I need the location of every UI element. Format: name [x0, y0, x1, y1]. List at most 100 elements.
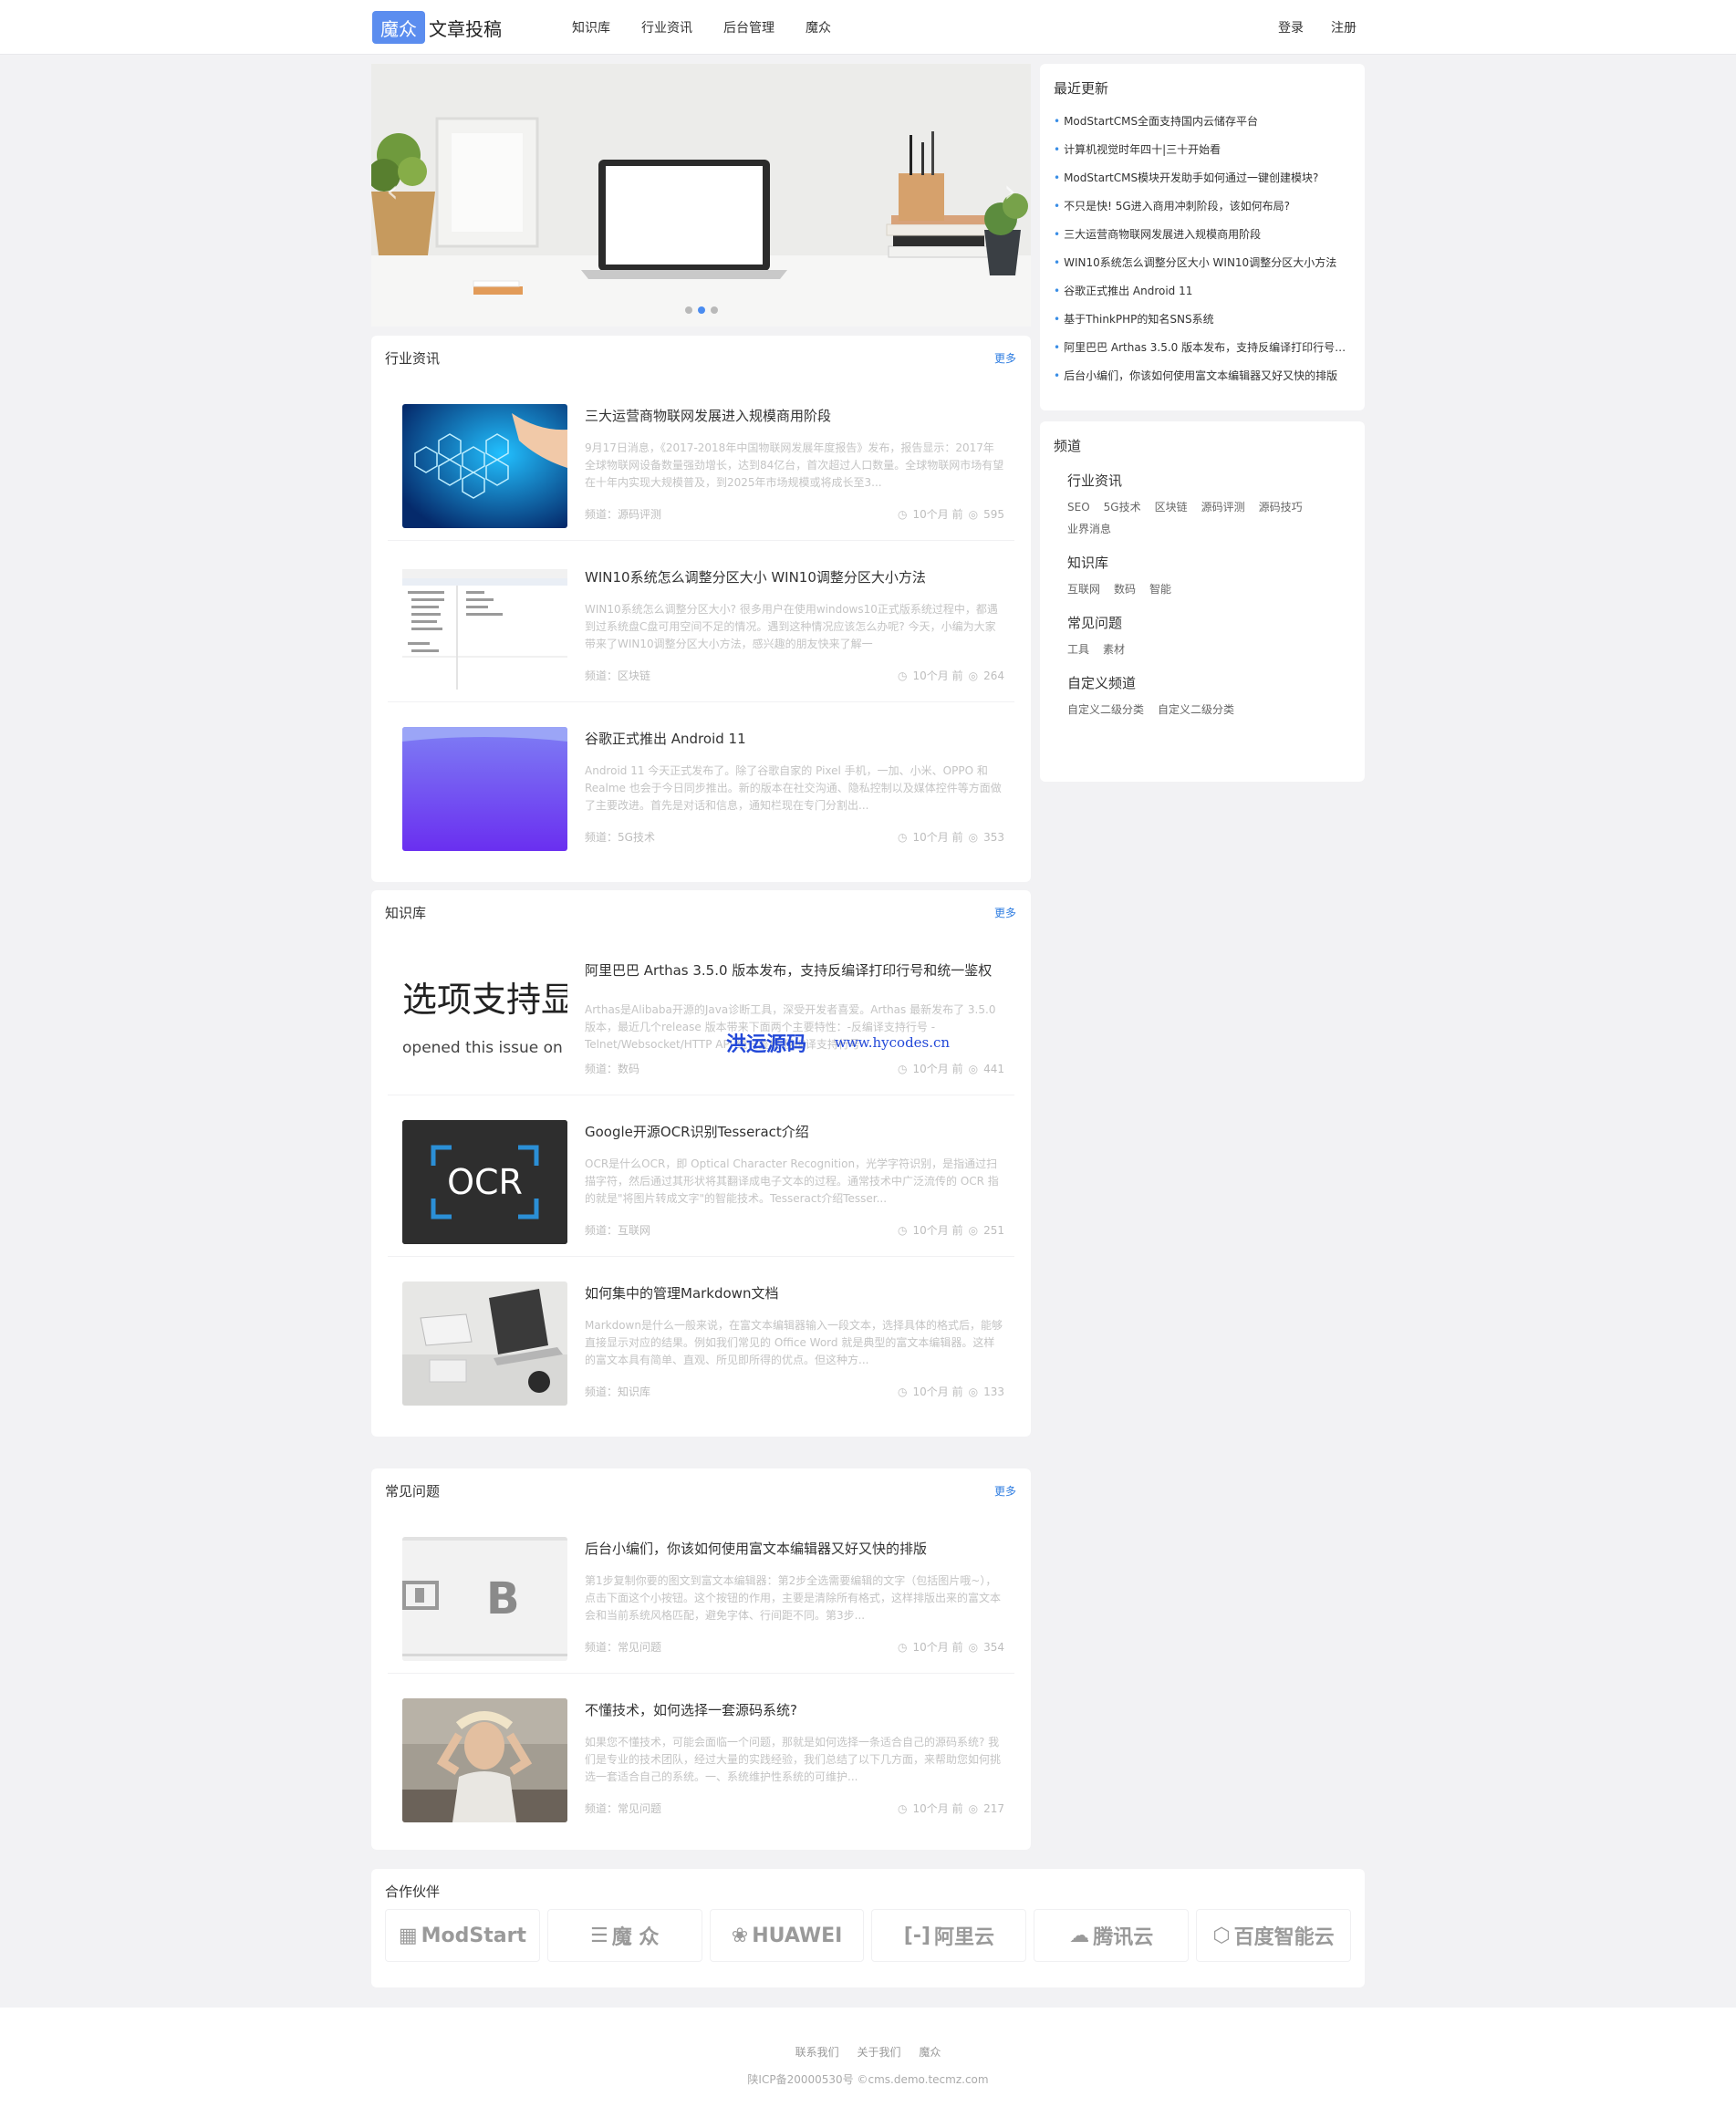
- nav-item-admin[interactable]: 后台管理: [723, 18, 774, 36]
- stack-icon: ☰: [590, 1924, 608, 1947]
- channel-tag[interactable]: 区块链: [1155, 496, 1188, 518]
- channel-tag[interactable]: SEO: [1067, 496, 1090, 518]
- section-industry-news: 行业资讯 更多 三大运营商物联网发展进入规模商用阶段 9月17日消息，《2017…: [371, 336, 1031, 882]
- channel-tag[interactable]: 工具: [1067, 638, 1089, 660]
- channels-title: 频道: [1054, 438, 1082, 454]
- article-time: 10个月 前: [912, 1063, 963, 1075]
- channel-tag[interactable]: 自定义二级分类: [1158, 699, 1234, 721]
- article-title[interactable]: 阿里巴巴 Arthas 3.5.0 版本发布，支持反编译打印行号和统一鉴权: [585, 959, 1004, 983]
- channel-name[interactable]: 行业资讯: [1067, 465, 1337, 496]
- carousel-dot[interactable]: [684, 306, 692, 314]
- article-time: 10个月 前: [912, 1224, 963, 1237]
- channel-link[interactable]: 5G技术: [618, 831, 655, 844]
- more-link[interactable]: 更多: [994, 905, 1016, 920]
- recent-updates-title: 最近更新: [1054, 80, 1109, 97]
- clock-icon: ◷: [898, 1802, 908, 1815]
- channel-tag[interactable]: 互联网: [1067, 578, 1100, 600]
- hero-carousel[interactable]: ‹ ›: [371, 64, 1031, 327]
- stressed-person-thumbnail-icon: [402, 1698, 567, 1822]
- channel-tag[interactable]: 素材: [1103, 638, 1125, 660]
- eye-icon: ◎: [968, 1802, 979, 1815]
- iot-thumbnail-icon: [402, 404, 567, 528]
- article-meta: 频道：数码 ◷ 10个月 前 ◎ 441: [585, 1061, 1004, 1077]
- nav-item-industry-news[interactable]: 行业资讯: [641, 18, 692, 36]
- recent-item[interactable]: WIN10系统怎么调整分区大小 WIN10调整分区大小方法: [1054, 249, 1351, 277]
- carousel-next-icon[interactable]: ›: [996, 173, 1024, 210]
- channel-link[interactable]: 互联网: [618, 1224, 650, 1237]
- login-link[interactable]: 登录: [1278, 18, 1304, 36]
- article-title[interactable]: 不懂技术，如何选择一套源码系统?: [585, 1698, 1004, 1723]
- article-thumbnail[interactable]: [402, 727, 567, 851]
- channel-name[interactable]: 常见问题: [1067, 607, 1337, 638]
- recent-item[interactable]: 阿里巴巴 Arthas 3.5.0 版本发布，支持反编译打印行号和统一鉴权: [1054, 334, 1351, 362]
- channel-tag[interactable]: 数码: [1114, 578, 1136, 600]
- article-summary: WIN10系统怎么调整分区大小? 很多用户在使用windows10正式版系统过程…: [585, 603, 998, 650]
- channel-name[interactable]: 知识库: [1067, 547, 1337, 578]
- partner-logo[interactable]: ☁ 腾讯云: [1034, 1909, 1190, 1962]
- channel-link[interactable]: 常见问题: [618, 1641, 661, 1654]
- article-thumbnail[interactable]: B: [402, 1537, 567, 1661]
- channel-tag[interactable]: 智能: [1149, 578, 1171, 600]
- flower-icon: ❀: [731, 1924, 749, 1947]
- article-summary: 第1步复制你要的图文到富文本编辑器：第2步全选需要编辑的文字（包括图片哦~），点…: [585, 1574, 1002, 1622]
- channel-tag[interactable]: 自定义二级分类: [1067, 699, 1144, 721]
- article-title[interactable]: WIN10系统怎么调整分区大小 WIN10调整分区大小方法: [585, 566, 1004, 590]
- recent-item[interactable]: 谷歌正式推出 Android 11: [1054, 277, 1351, 306]
- nav-item-knowledge[interactable]: 知识库: [572, 18, 610, 36]
- more-link[interactable]: 更多: [994, 1483, 1016, 1499]
- partner-logo[interactable]: ⬡ 百度智能云: [1196, 1909, 1351, 1962]
- partner-logo[interactable]: ☰ 魔 众: [546, 1909, 702, 1962]
- footer-link-mozhong[interactable]: 魔众: [919, 2046, 941, 2059]
- channel-link[interactable]: 知识库: [618, 1385, 650, 1398]
- article-thumbnail[interactable]: [402, 566, 567, 690]
- article-title[interactable]: 谷歌正式推出 Android 11: [585, 727, 1004, 752]
- section-title: 知识库: [385, 904, 427, 921]
- recent-item[interactable]: 基于ThinkPHP的知名SNS系统: [1054, 306, 1351, 334]
- eye-icon: ◎: [968, 669, 979, 682]
- partner-logo[interactable]: ▦ ModStart: [385, 1909, 540, 1962]
- article-thumbnail[interactable]: 选项支持显 opened this issue on 3: [402, 959, 567, 1083]
- recent-item[interactable]: 后台小编们，你该如何使用富文本编辑器又好又快的排版: [1054, 362, 1351, 390]
- channel-link[interactable]: 常见问题: [618, 1802, 661, 1815]
- site-logo[interactable]: 魔众 文章投稿: [372, 11, 502, 44]
- channel-link[interactable]: 数码: [618, 1063, 639, 1075]
- carousel-dot[interactable]: [710, 306, 718, 314]
- carousel-prev-icon[interactable]: ‹: [379, 173, 406, 210]
- article-title[interactable]: 如何集中的管理Markdown文档: [585, 1282, 1004, 1306]
- nav-item-mozhong[interactable]: 魔众: [806, 18, 831, 36]
- recent-item[interactable]: ModStartCMS全面支持国内云储存平台: [1054, 108, 1351, 136]
- channel-name[interactable]: 自定义频道: [1067, 668, 1337, 699]
- clock-icon: ◷: [898, 669, 908, 682]
- channel-tag[interactable]: 源码评测: [1201, 496, 1245, 518]
- recent-item[interactable]: 三大运营商物联网发展进入规模商用阶段: [1054, 221, 1351, 249]
- article-thumbnail[interactable]: [402, 404, 567, 528]
- recent-item[interactable]: 计算机视觉时年四十|三十开始看: [1054, 136, 1351, 164]
- clock-icon: ◷: [898, 1224, 908, 1237]
- carousel-dot-active[interactable]: [697, 306, 705, 314]
- article-time: 10个月 前: [912, 508, 963, 521]
- channel-link[interactable]: 源码评测: [618, 508, 661, 521]
- article-thumbnail[interactable]: [402, 1282, 567, 1406]
- footer-link-contact[interactable]: 联系我们: [795, 2046, 839, 2059]
- channel-tag[interactable]: 源码技巧: [1259, 496, 1303, 518]
- recent-item[interactable]: ModStartCMS模块开发助手如何通过一键创建模块?: [1054, 164, 1351, 192]
- channel-tags: 自定义二级分类 自定义二级分类: [1067, 699, 1337, 721]
- partner-logo[interactable]: ❀ HUAWEI: [709, 1909, 865, 1962]
- register-link[interactable]: 注册: [1331, 18, 1357, 36]
- partner-logo[interactable]: [-] 阿里云: [871, 1909, 1027, 1962]
- recent-item[interactable]: 不只是快! 5G进入商用冲刺阶段，该如何布局?: [1054, 192, 1351, 221]
- article-thumbnail[interactable]: [402, 1698, 567, 1822]
- article-title[interactable]: 三大运营商物联网发展进入规模商用阶段: [585, 404, 1004, 429]
- thumb-ocr-text: OCR: [447, 1162, 523, 1202]
- channel-link[interactable]: 区块链: [618, 669, 650, 682]
- article-thumbnail[interactable]: OCR: [402, 1120, 567, 1244]
- clock-icon: ◷: [898, 831, 908, 844]
- footer-icp[interactable]: 陕ICP备20000530号 ©cms.demo.tecmz.com: [0, 2071, 1736, 2087]
- channel-tag[interactable]: 业界消息: [1067, 518, 1111, 540]
- footer-link-about[interactable]: 关于我们: [857, 2046, 900, 2059]
- article-title[interactable]: 后台小编们，你该如何使用富文本编辑器又好又快的排版: [585, 1537, 1004, 1562]
- channel-tag[interactable]: 5G技术: [1104, 496, 1141, 518]
- more-link[interactable]: 更多: [994, 350, 1016, 366]
- article-title[interactable]: Google开源OCR识别Tesseract介绍: [585, 1120, 1004, 1145]
- section-title: 行业资讯: [385, 349, 441, 367]
